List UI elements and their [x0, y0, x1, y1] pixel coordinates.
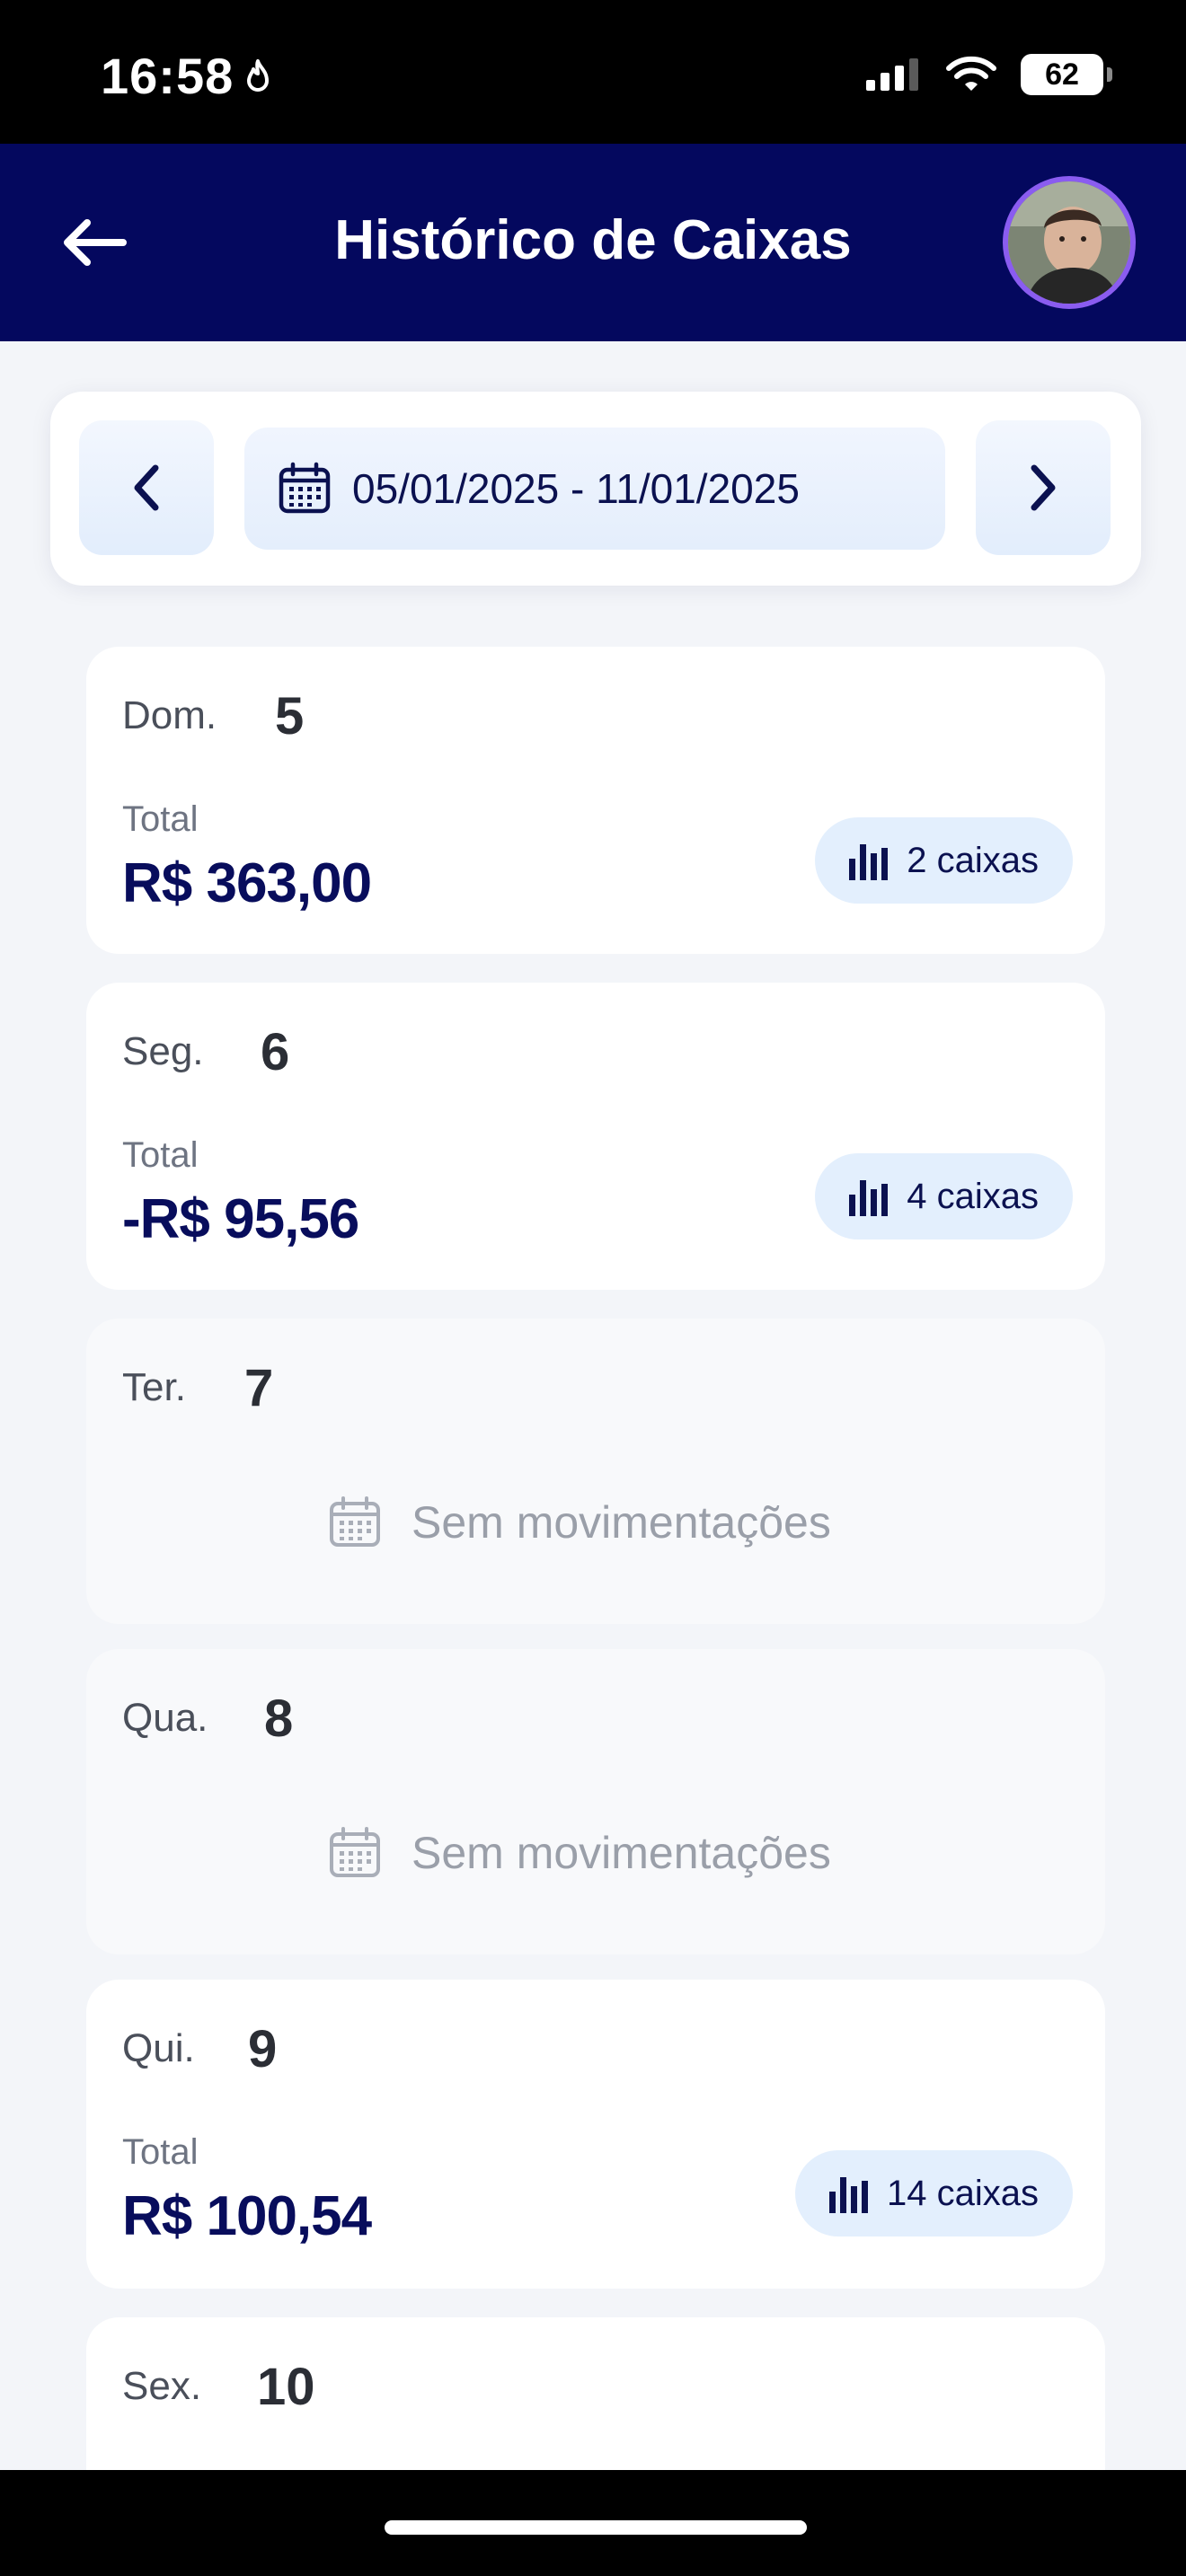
chevron-right-icon	[1031, 464, 1056, 511]
empty-state: Sem movimentações	[327, 1825, 831, 1881]
total-label: Total	[122, 799, 199, 839]
avatar[interactable]	[1003, 176, 1136, 309]
home-indicator[interactable]	[385, 2520, 807, 2535]
day-name: Dom.	[122, 693, 217, 737]
total-value: R$ 100,54	[122, 2185, 372, 2247]
app-header: Histórico de Caixas	[0, 144, 1186, 341]
total-label: Total	[122, 1135, 199, 1175]
caixas-count: 14 caixas	[887, 2173, 1039, 2213]
caixas-count: 2 caixas	[907, 840, 1039, 880]
caixas-badge[interactable]: 4 caixas	[815, 1153, 1073, 1239]
day-number: 5	[275, 687, 305, 745]
day-card-thursday[interactable]: Qui. 9 Total R$ 100,54 14 caixas	[86, 1980, 1105, 2289]
total-value: -R$ 95,56	[122, 1188, 359, 1250]
wifi-icon	[946, 56, 996, 91]
day-name: Qua.	[122, 1696, 208, 1740]
signal-icon	[866, 58, 918, 91]
bar-chart-icon	[849, 1180, 889, 1216]
status-bar: 16:58 62	[0, 0, 1186, 144]
day-name: Seg.	[122, 1029, 204, 1073]
caixas-count: 4 caixas	[907, 1176, 1039, 1216]
day-name: Ter.	[122, 1365, 186, 1409]
next-week-button[interactable]	[976, 420, 1111, 555]
day-name: Qui.	[122, 2026, 195, 2070]
total-value: R$ 363,00	[122, 852, 372, 914]
status-icons: 62	[864, 54, 1112, 95]
content-area: 05/01/2025 - 11/01/2025 Dom. 5 Total R$ …	[0, 341, 1186, 2470]
home-bar	[0, 2470, 1186, 2576]
battery-level: 62	[1045, 57, 1079, 92]
calendar-icon	[330, 1827, 380, 1877]
caixas-badge[interactable]: 14 caixas	[795, 2150, 1073, 2236]
bar-chart-icon	[849, 844, 889, 880]
empty-text: Sem movimentações	[412, 1497, 831, 1548]
bar-chart-icon	[829, 2177, 869, 2213]
day-card-wednesday[interactable]: Qua. 8 Sem movimentações	[86, 1649, 1105, 1954]
day-card-friday[interactable]: Sex. 10	[86, 2317, 1105, 2470]
chevron-left-icon	[134, 464, 159, 511]
date-range-selector[interactable]: 05/01/2025 - 11/01/2025	[244, 428, 945, 550]
flame-icon	[247, 58, 270, 92]
status-time: 16:58	[101, 47, 273, 105]
day-number: 9	[248, 2020, 278, 2078]
status-time-text: 16:58	[101, 48, 235, 104]
day-card-tuesday[interactable]: Ter. 7 Sem movimentações	[86, 1319, 1105, 1624]
empty-text: Sem movimentações	[412, 1828, 831, 1878]
day-card-sunday[interactable]: Dom. 5 Total R$ 363,00 2 caixas	[86, 647, 1105, 954]
day-number: 7	[244, 1359, 274, 1417]
total-label: Total	[122, 2132, 199, 2172]
battery-indicator: 62	[1021, 54, 1112, 95]
avatar-photo	[1008, 181, 1130, 304]
day-number: 6	[261, 1023, 290, 1081]
empty-state: Sem movimentações	[327, 1495, 831, 1550]
caixas-badge[interactable]: 2 caixas	[815, 817, 1073, 904]
day-card-monday[interactable]: Seg. 6 Total -R$ 95,56 4 caixas	[86, 983, 1105, 1290]
day-number: 8	[264, 1689, 294, 1748]
calendar-icon	[330, 1496, 380, 1547]
day-name: Sex.	[122, 2364, 202, 2408]
date-filter-card: 05/01/2025 - 11/01/2025	[50, 392, 1141, 586]
previous-week-button[interactable]	[79, 420, 214, 555]
day-number: 10	[257, 2358, 315, 2416]
calendar-icon	[279, 462, 331, 514]
date-range-text: 05/01/2025 - 11/01/2025	[352, 465, 800, 512]
